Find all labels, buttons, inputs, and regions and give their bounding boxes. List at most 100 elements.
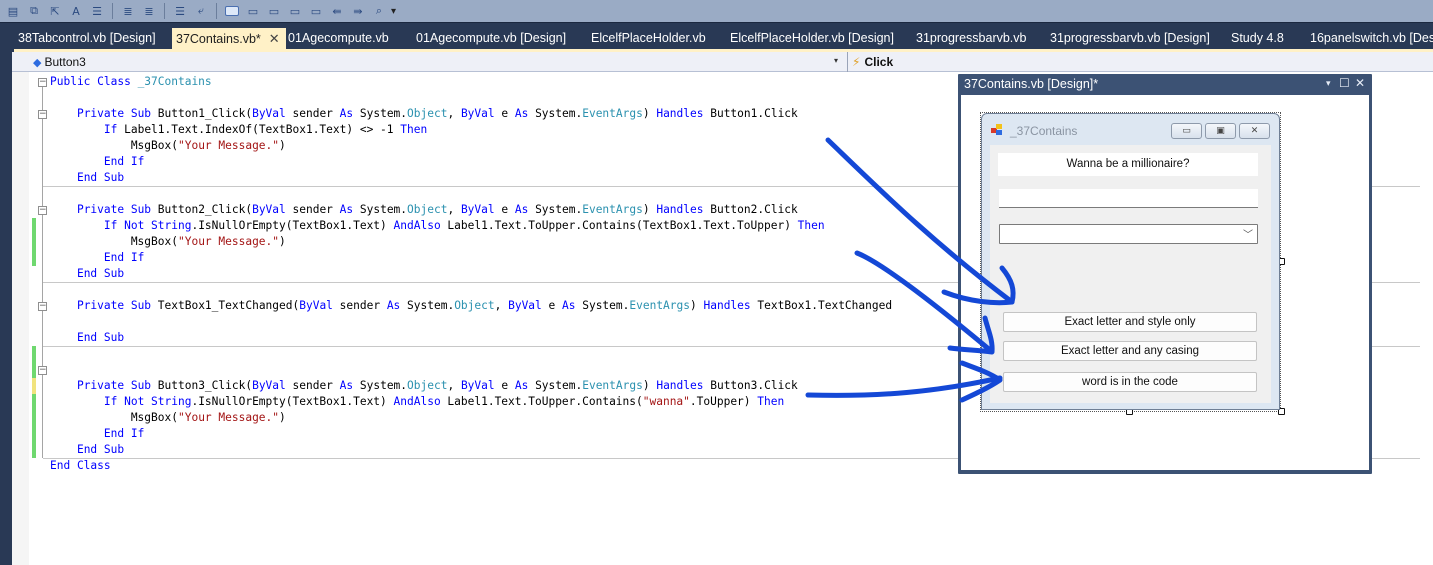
form-client-area: Wanna be a millionaire? ﹀ Exact letter a… <box>990 145 1271 403</box>
code-line[interactable]: End If <box>50 154 892 170</box>
code-line[interactable] <box>50 362 892 378</box>
toolbar-overflow-button[interactable]: ▾ <box>391 6 396 17</box>
code-line[interactable]: End If <box>50 426 892 442</box>
code-line[interactable]: Private Sub TextBox1_TextChanged(ByVal s… <box>50 298 892 314</box>
code-line[interactable]: Private Sub Button2_Click(ByVal sender A… <box>50 202 892 218</box>
code-line[interactable] <box>50 314 892 330</box>
collapse-method-icon[interactable]: − <box>38 302 47 311</box>
code-token: System. <box>359 379 408 392</box>
collapse-method-icon[interactable]: − <box>38 366 47 375</box>
increase-indent-icon[interactable]: ≣ <box>140 3 158 19</box>
align-center-icon[interactable]: ☰ <box>171 3 189 19</box>
tab-label: 31progressbarvb.vb [Design] <box>1050 31 1210 45</box>
code-line[interactable]: Private Sub Button3_Click(ByVal sender A… <box>50 378 892 394</box>
keyword-token: Private Sub <box>76 203 158 216</box>
keyword-token: End Class <box>50 459 111 472</box>
next-icon[interactable]: ⇛ <box>349 3 367 19</box>
code-line[interactable] <box>50 282 892 298</box>
code-token: , <box>494 299 509 312</box>
code-line[interactable]: MsgBox("Your Message.") <box>50 138 892 154</box>
make-same-size-icon[interactable]: ⧉ <box>25 3 43 19</box>
code-line[interactable]: End Sub <box>50 442 892 458</box>
design-surface[interactable]: _37Contains ▭ ▣ ✕ Wanna be a millionaire… <box>961 95 1369 470</box>
keyword-token: End Sub <box>76 171 125 184</box>
tab-elcelfplaceholder-design[interactable]: ElcelfPlaceHolder.vb [Design] <box>726 28 894 50</box>
object-selector-dropdown-icon[interactable]: ▾ <box>834 56 838 65</box>
form-close-button[interactable]: ✕ <box>1239 123 1270 139</box>
align-to-grid-icon[interactable]: ▤ <box>4 3 22 19</box>
tab-38tabcontrol-design[interactable]: 38Tabcontrol.vb [Design] <box>14 28 156 50</box>
code-line[interactable]: End Class <box>50 458 892 474</box>
code-token: Label1.Text.IndexOf(TextBox1.Text) <> -1 <box>124 123 401 136</box>
code-token: , <box>447 107 461 120</box>
tab-31progressbarvb[interactable]: 31progressbarvb.vb <box>912 28 1026 50</box>
form-minimize-button[interactable]: ▭ <box>1171 123 1202 139</box>
code-line[interactable]: MsgBox("Your Message.") <box>50 410 892 426</box>
code-line[interactable]: End Sub <box>50 266 892 282</box>
decrease-indent-icon[interactable]: ≣ <box>119 3 137 19</box>
format-icon[interactable]: ⤶ <box>192 3 210 19</box>
code-line[interactable]: End Sub <box>50 170 892 186</box>
tab-order-icon[interactable]: ☰ <box>88 3 106 19</box>
editor-gutter <box>12 72 29 565</box>
tab-study-4-8[interactable]: Study 4.8 <box>1227 28 1284 50</box>
keyword-token: Handles <box>703 299 758 312</box>
tab-37contains[interactable]: 37Contains.vb* ✕ <box>172 28 286 50</box>
tab-31progressbarvb-design[interactable]: 31progressbarvb.vb [Design] <box>1046 28 1210 50</box>
rectangle-icon[interactable] <box>223 3 241 19</box>
find-icon[interactable]: ⌕ <box>370 3 388 19</box>
code-line[interactable]: Private Sub Button1_Click(ByVal sender A… <box>50 106 892 122</box>
object-selector[interactable]: ◆ Button3 <box>12 52 847 72</box>
code-token: System. <box>535 107 583 120</box>
tab-01agecompute-design[interactable]: 01Agecompute.vb [Design] <box>412 28 566 50</box>
form-preview[interactable]: _37Contains ▭ ▣ ✕ Wanna be a millionaire… <box>981 113 1280 410</box>
maximize-icon[interactable]: ☐ <box>1339 76 1350 90</box>
code-line[interactable]: End Sub <box>50 330 892 346</box>
tab-label: ElcelfPlaceHolder.vb [Design] <box>730 31 894 45</box>
code-line[interactable]: If Label1.Text.IndexOf(TextBox1.Text) <>… <box>50 122 892 138</box>
collapse-method-icon[interactable]: − <box>38 206 47 215</box>
tab-elcelfplaceholder[interactable]: ElcelfPlaceHolder.vb <box>587 28 706 50</box>
code-line[interactable]: If Not String.IsNullOrEmpty(TextBox1.Tex… <box>50 218 892 234</box>
tab-01agecompute[interactable]: 01Agecompute.vb <box>284 28 389 50</box>
pointer-icon[interactable]: ⇱ <box>46 3 64 19</box>
code-line[interactable] <box>50 346 892 362</box>
code-line[interactable]: End If <box>50 250 892 266</box>
window-position-dropdown-icon[interactable]: ▾ <box>1326 79 1331 89</box>
next-bookmark-icon[interactable]: ▭ <box>307 3 325 19</box>
code-line[interactable]: MsgBox("Your Message.") <box>50 234 892 250</box>
string-token: "Your Message." <box>177 235 280 248</box>
button3[interactable]: word is in the code <box>1003 372 1257 392</box>
keyword-token: Handles <box>656 379 711 392</box>
prev-bookmark-icon[interactable]: ▭ <box>286 3 304 19</box>
tab-16panelswitch-design[interactable]: 16panelswitch.vb [Design] <box>1306 28 1433 50</box>
close-tab-icon[interactable]: ✕ <box>269 31 280 46</box>
combobox1[interactable]: ﹀ <box>999 224 1258 244</box>
textbox1[interactable] <box>999 189 1258 208</box>
code-line[interactable] <box>50 186 892 202</box>
event-selector[interactable]: ⚡ Click <box>852 52 893 72</box>
collapse-method-icon[interactable]: − <box>38 110 47 119</box>
uncomment-icon[interactable]: ▭ <box>265 3 283 19</box>
form-maximize-button[interactable]: ▣ <box>1205 123 1236 139</box>
close-icon[interactable]: ✕ <box>1355 76 1365 90</box>
rename-icon[interactable]: A <box>67 3 85 19</box>
keyword-token: Handles <box>656 107 711 120</box>
prev-icon[interactable]: ⇚ <box>328 3 346 19</box>
collapse-class-icon[interactable]: − <box>38 78 47 87</box>
code-line[interactable]: Public Class _37Contains <box>50 74 892 90</box>
comment-icon[interactable]: ▭ <box>244 3 262 19</box>
document-tabs: 38Tabcontrol.vb [Design] 37Contains.vb* ✕… <box>0 22 1433 50</box>
code-line[interactable]: If Not String.IsNullOrEmpty(TextBox1.Tex… <box>50 394 892 410</box>
button2[interactable]: Exact letter and any casing <box>1003 341 1257 361</box>
button1[interactable]: Exact letter and style only <box>1003 312 1257 332</box>
chevron-down-icon[interactable]: ﹀ <box>1243 226 1253 241</box>
tab-label: ElcelfPlaceHolder.vb <box>591 31 706 45</box>
code-token: .IsNullOrEmpty(TextBox1.Text) <box>191 219 394 232</box>
type-token: Object <box>407 379 448 392</box>
code-line[interactable] <box>50 90 892 106</box>
